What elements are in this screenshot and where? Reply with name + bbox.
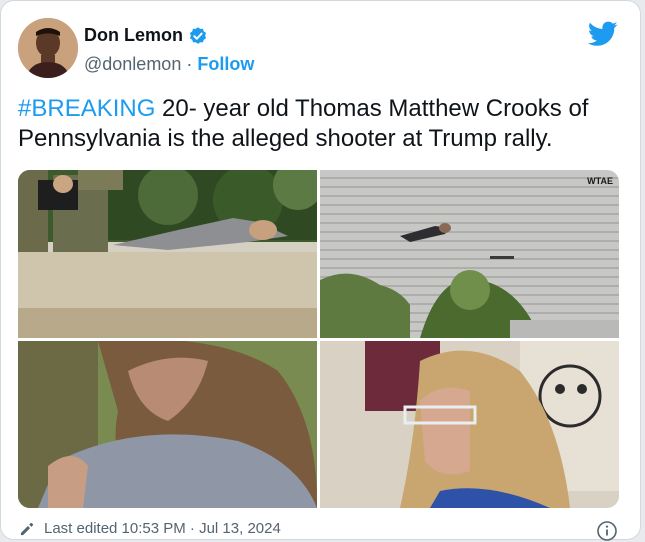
photo-rooftop[interactable] [18,170,317,338]
author-handle-line: @donlemon · Follow [84,54,254,75]
hashtag-link[interactable]: #BREAKING [18,95,155,122]
last-edited-timestamp[interactable]: Last edited 10:53 PM · Jul 13, 2024 [44,520,281,537]
tweet-footer: Last edited 10:53 PM · Jul 13, 2024 [18,520,618,542]
twitter-bird-icon[interactable] [588,21,618,47]
tweet-text-line2: Pennsylvania is the alleged shooter at T… [18,125,553,152]
author-handle[interactable]: @donlemon [84,54,181,74]
photo-portrait[interactable] [320,341,619,508]
photo-watermark: WTAE [587,176,613,186]
tweet-text: #BREAKING 20- year old Thomas Matthew Cr… [18,94,618,154]
follow-link[interactable]: Follow [197,54,254,74]
photo-metal-roof[interactable]: WTAE [320,170,619,338]
tweet-text-line1: 20- year old Thomas Matthew Crooks of [155,95,589,122]
media-grid: WTAE [18,170,619,508]
separator-dot: · [186,54,193,74]
tweet-embed-card: Don Lemon @donlemon · Follow #BREAKING 2… [0,0,641,542]
photo-yearbook[interactable] [18,341,317,508]
verified-badge-icon [190,27,206,44]
author-display-name[interactable]: Don Lemon [84,25,183,46]
info-icon[interactable] [596,520,618,542]
avatar[interactable] [18,18,78,78]
pencil-icon [20,522,34,536]
